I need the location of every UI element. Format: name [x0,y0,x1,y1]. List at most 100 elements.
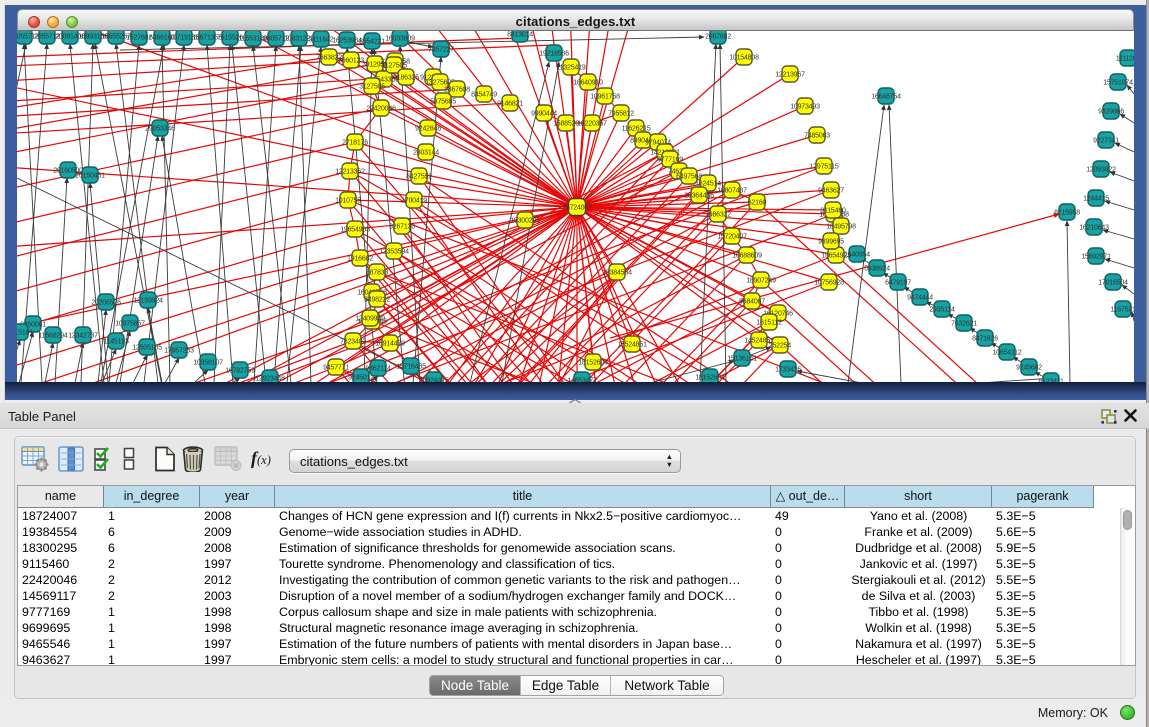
svg-text:2087682: 2087682 [705,34,731,41]
svg-text:9862114: 9862114 [365,366,391,373]
svg-text:9474444: 9474444 [907,295,933,302]
svg-text:62160: 62160 [748,200,767,207]
svg-text:7485063: 7485063 [804,133,830,140]
svg-text:9111642: 9111642 [309,37,334,44]
svg-text:18640910: 18640910 [573,80,603,87]
svg-text:19218586: 19218586 [539,51,569,58]
svg-text:19654963: 19654963 [340,227,370,234]
svg-text:9245682: 9245682 [1016,365,1042,372]
svg-text:8186325: 8186325 [393,75,419,82]
svg-text:9463627: 9463627 [818,188,844,195]
svg-text:8813014: 8813014 [507,32,533,39]
svg-text:7986322: 7986322 [705,212,731,219]
svg-text:16782759: 16782759 [225,368,255,375]
svg-text:1244415: 1244415 [1083,196,1109,203]
svg-text:10756928: 10756928 [814,280,844,287]
svg-text:8427552: 8427552 [406,174,432,181]
svg-text:12505185: 12505185 [132,345,162,352]
svg-text:10154808: 10154808 [729,55,759,62]
svg-text:9457771: 9457771 [323,365,349,372]
svg-text:5875685: 5875685 [430,99,456,106]
svg-text:18152604: 18152604 [695,375,725,382]
svg-text:6479197: 6479197 [885,280,911,287]
svg-text:18220357: 18220357 [577,121,607,128]
svg-text:20206526: 20206526 [91,300,121,307]
svg-text:12409949: 12409949 [355,316,385,323]
svg-text:7955812: 7955812 [608,111,634,118]
svg-text:15720407: 15720407 [717,234,747,241]
svg-text:9242848: 9242848 [415,126,441,133]
svg-text:20364436: 20364436 [684,193,714,200]
svg-text:16033809: 16033809 [385,36,415,43]
svg-text:10807487: 10807487 [717,188,747,195]
svg-text:8554221: 8554221 [359,39,385,46]
svg-text:9329966: 9329966 [1098,109,1124,116]
svg-text:12975115: 12975115 [809,164,838,171]
svg-text:887833: 887833 [366,270,388,277]
svg-text:1615112: 1615112 [756,320,782,327]
svg-text:16914479: 16914479 [375,341,405,348]
svg-text:6497568: 6497568 [676,174,702,181]
svg-text:10688609: 10688609 [732,253,762,260]
svg-text:1167531: 1167531 [1110,307,1134,314]
svg-text:10973493: 10973493 [790,104,820,111]
svg-text:15692971: 15692971 [1081,254,1111,261]
svg-text:1700419: 1700419 [401,198,427,205]
svg-text:12923448: 12923448 [255,376,285,383]
svg-text:3267130: 3267130 [389,224,415,231]
svg-text:10924415: 10924415 [419,378,449,383]
svg-text:10958107: 10958107 [193,360,223,367]
svg-text:17016504: 17016504 [1098,280,1128,287]
svg-text:1588520: 1588520 [553,121,579,128]
svg-text:7632621: 7632621 [951,321,977,328]
svg-text:18495798: 18495798 [826,224,856,231]
svg-text:9990444: 9990444 [531,111,557,118]
svg-text:8660123: 8660123 [338,58,364,65]
svg-text:18300295: 18300295 [510,218,540,225]
svg-text:1010755: 1010755 [335,198,361,205]
svg-text:1145193: 1145193 [103,339,129,346]
svg-text:3915191: 3915191 [17,330,33,337]
svg-text:17957253: 17957253 [164,348,194,355]
svg-text:19654923: 19654923 [821,253,851,260]
svg-text:252254: 252254 [769,343,791,350]
svg-text:8471626: 8471626 [972,336,998,343]
svg-text:26150451: 26150451 [75,173,105,180]
svg-text:1916682: 1916682 [347,256,373,263]
svg-text:16210643: 16210643 [1079,225,1109,232]
svg-text:11325419: 11325419 [556,65,585,72]
svg-text:9684067: 9684067 [739,299,765,306]
svg-text:15716485: 15716485 [396,364,426,371]
svg-text:2718176: 2718176 [342,140,368,147]
svg-text:16648754: 16648754 [871,94,901,101]
svg-text:12093822: 12093822 [1086,167,1116,174]
svg-text:10654112: 10654112 [992,350,1021,357]
svg-text:7357227: 7357227 [428,47,454,54]
svg-text:12342737: 12342737 [68,333,98,340]
svg-text:1733426: 1733426 [775,367,801,374]
svg-text:1111204: 1111204 [1116,56,1134,63]
svg-text:22420046: 22420046 [366,106,396,113]
svg-text:8498222: 8498222 [364,297,390,304]
svg-text:2367608: 2367608 [444,87,470,94]
svg-text:8215958: 8215958 [1054,210,1080,217]
svg-text:12213362: 12213362 [335,169,365,176]
svg-text:15136141: 15136141 [727,356,757,363]
svg-text:14653477: 14653477 [567,378,597,383]
svg-text:16253984: 16253984 [332,38,362,45]
svg-text:8454749: 8454749 [471,92,497,99]
svg-text:15524851: 15524851 [617,342,647,349]
svg-text:7623402: 7623402 [340,339,366,346]
svg-text:2935114: 2935114 [929,307,955,314]
svg-text:18724007: 18724007 [562,205,592,212]
svg-text:2803144: 2803144 [413,150,439,157]
svg-text:9146821: 9146821 [497,101,523,108]
svg-text:9899695: 9899695 [818,239,844,246]
svg-text:10961758: 10961758 [590,94,620,101]
svg-text:3127505: 3127505 [359,84,385,91]
svg-text:9227341: 9227341 [1093,138,1119,145]
svg-text:15751074: 15751074 [1103,80,1133,87]
svg-text:5938924: 5938924 [864,266,890,273]
svg-text:12159924: 12159924 [133,298,163,305]
svg-text:12353594: 12353594 [379,249,409,256]
